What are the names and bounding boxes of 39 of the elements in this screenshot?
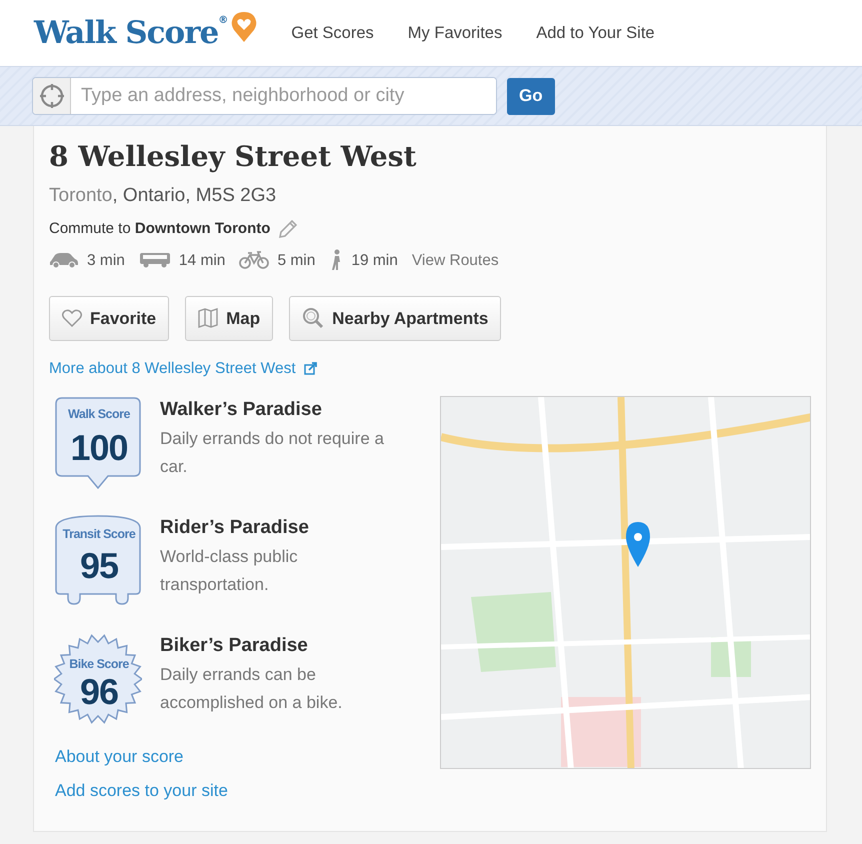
view-routes-link[interactable]: View Routes	[412, 248, 499, 272]
folded-map-icon	[198, 308, 218, 328]
heart-pin-icon	[231, 11, 258, 43]
pencil-icon[interactable]	[278, 219, 298, 240]
travel-time: 14 min	[178, 250, 226, 271]
score-value: 96	[78, 674, 120, 710]
nav-link[interactable]: Add to Your Site	[536, 20, 655, 46]
search-field[interactable]: Type an address, neighborhood or city	[32, 77, 497, 115]
bicycle-icon	[239, 251, 270, 270]
search-icon	[302, 307, 324, 330]
action-button[interactable]: Nearby Apartments	[289, 296, 502, 341]
action-button[interactable]: Favorite	[49, 296, 170, 341]
action-button[interactable]: Map	[185, 296, 274, 341]
travel-time: 3 min	[87, 250, 125, 271]
score-title: Biker’s Paradise	[160, 634, 309, 658]
score-label: Walk Score	[67, 408, 131, 422]
heart-icon	[62, 309, 82, 328]
score-label: Bike Score	[68, 658, 130, 672]
logo[interactable]: Walk Score$^{®}$	[34, 10, 228, 56]
bus-icon	[138, 252, 171, 268]
address-line: Toronto, Ontario, M5S 2G3	[49, 184, 278, 208]
car-icon	[49, 252, 79, 268]
go-button[interactable]: Go	[507, 78, 555, 114]
score-value: 100	[69, 430, 129, 466]
commute-text: Commute to Downtown Toronto	[49, 219, 270, 240]
crosshair-icon[interactable]	[38, 83, 64, 109]
nav-link[interactable]: Get Scores	[291, 20, 374, 46]
address-title: 8 Wellesley Street West	[49, 140, 418, 174]
nav-link[interactable]: My Favorites	[408, 20, 502, 46]
score-label: Transit Score	[62, 528, 136, 542]
external-link-icon[interactable]	[304, 362, 317, 375]
score-title: Walker’s Paradise	[160, 398, 323, 422]
score-description: Daily errands can be accomplished on a bike.	[160, 664, 344, 714]
score-description: World-class public transportation.	[160, 546, 299, 596]
travel-time: 19 min	[351, 250, 398, 271]
score-description: Daily errands do not require a car.	[160, 428, 385, 478]
travel-time: 5 min	[277, 250, 316, 271]
score-title: Rider’s Paradise	[160, 516, 310, 540]
score-value: 95	[78, 548, 120, 584]
